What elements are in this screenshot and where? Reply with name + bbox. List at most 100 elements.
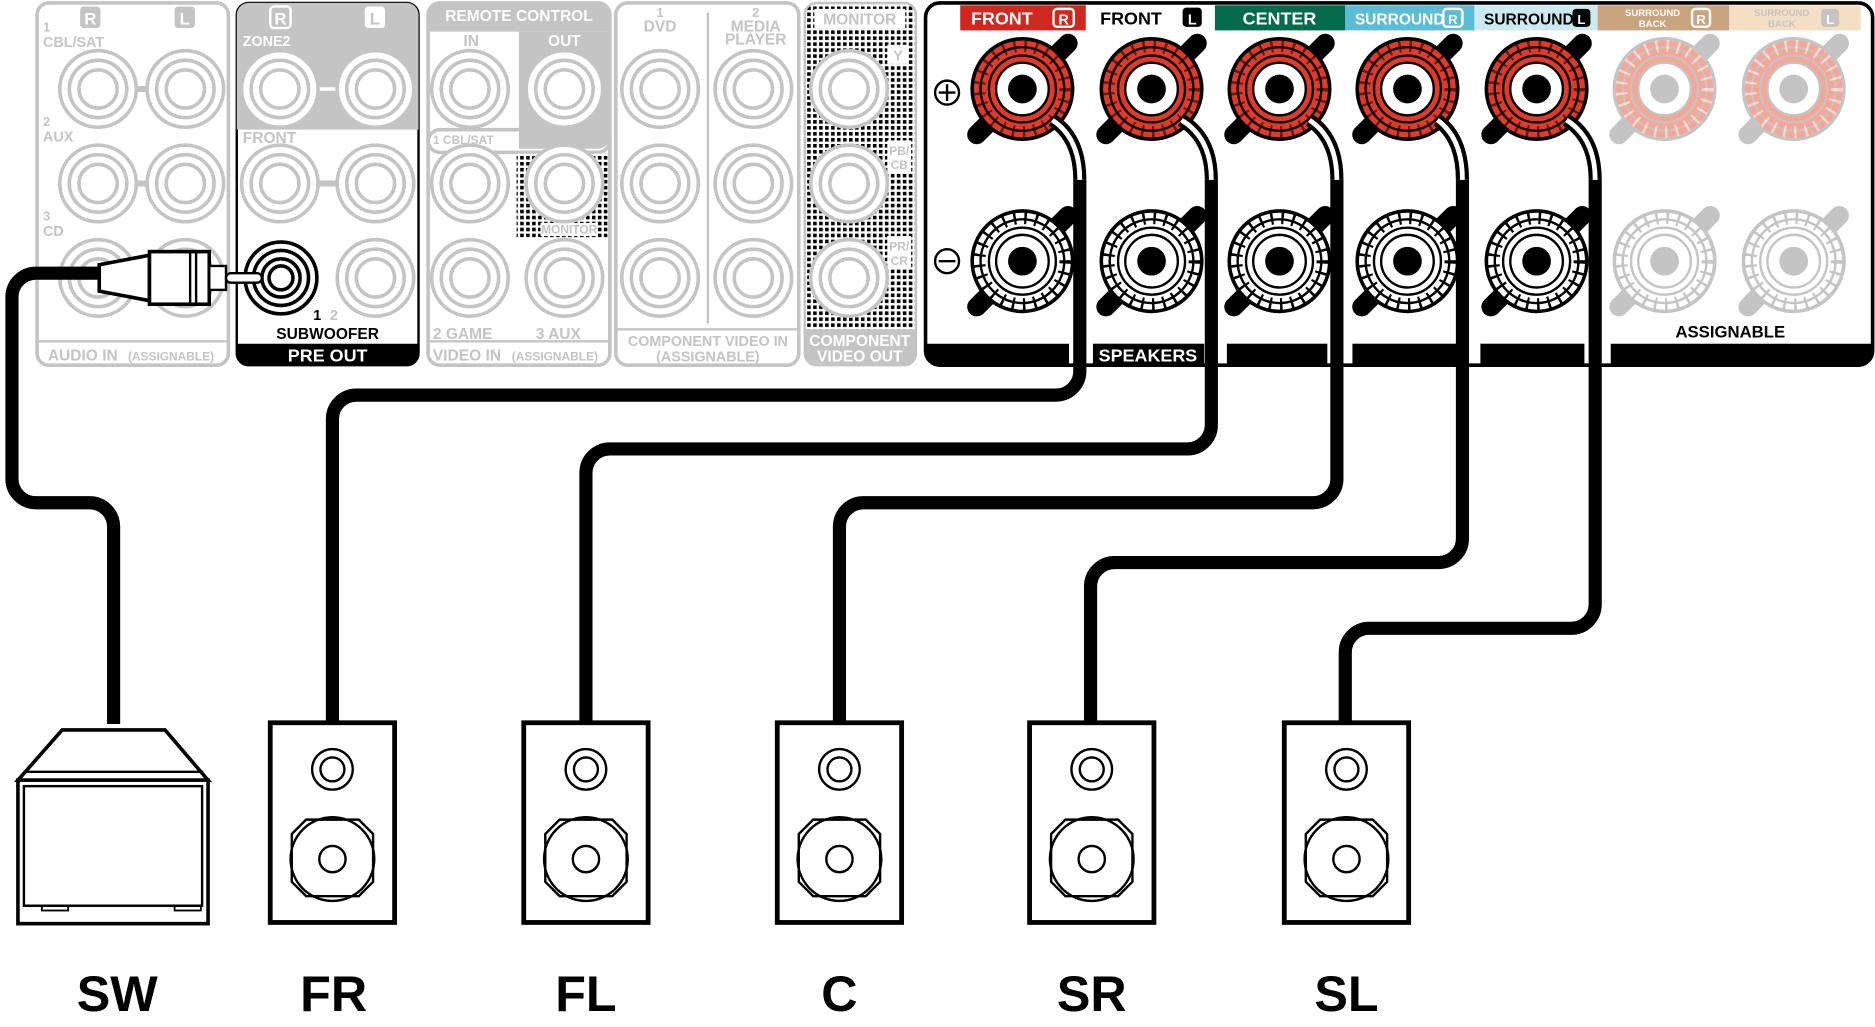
svg-text:L: L xyxy=(370,9,380,28)
rca-jack-front-l[interactable] xyxy=(335,143,416,224)
speaker-label-sw: SW xyxy=(77,966,158,1022)
svg-text:COMPONENT: COMPONENT xyxy=(809,333,910,350)
channel-label-surround-back-l: SURROUND BACK L xyxy=(1729,5,1861,31)
svg-text:COMPONENT VIDEO IN: COMPONENT VIDEO IN xyxy=(628,334,788,350)
svg-text:2: 2 xyxy=(330,308,338,324)
svg-text:L: L xyxy=(1577,12,1585,27)
svg-text:SURROUND: SURROUND xyxy=(1625,8,1680,19)
channel-label-front-l: FRONT L xyxy=(1100,7,1202,28)
component-video-in-panel: 1 DVD 2 MEDIA PLAYER COMPONENT VIDEO IN … xyxy=(614,1,801,368)
svg-text:2 GAME: 2 GAME xyxy=(433,326,493,343)
speaker-c[interactable] xyxy=(774,720,905,925)
svg-text:CB: CB xyxy=(891,158,909,172)
input-label-aux: AUX xyxy=(43,130,74,146)
rca-jack-zone2-r[interactable] xyxy=(239,48,320,130)
component-out-y-jack[interactable] xyxy=(808,48,890,130)
svg-text:DVD: DVD xyxy=(644,19,677,36)
component-in-media-pr[interactable] xyxy=(713,237,794,318)
svg-text:VIDEO IN: VIDEO IN xyxy=(433,347,501,364)
svg-text:R: R xyxy=(1448,12,1458,27)
speaker-fr[interactable] xyxy=(267,720,398,925)
svg-text:R: R xyxy=(84,9,96,28)
rca-jack-cbl-r[interactable] xyxy=(57,48,139,130)
svg-text:FRONT: FRONT xyxy=(1100,8,1162,28)
svg-text:1: 1 xyxy=(43,20,50,35)
channel-l-badge: L xyxy=(364,6,386,28)
component-in-dvd-pb[interactable] xyxy=(620,143,701,224)
svg-text:R: R xyxy=(1058,12,1069,28)
speaker-sr[interactable] xyxy=(1027,720,1157,925)
component-out-pr-jack[interactable] xyxy=(808,237,890,318)
connection-diagram: R L 1 CBL/SAT 2 AUX 3 CD AUDIO IN (ASSIG… xyxy=(5,1,1875,1022)
svg-text:PR/: PR/ xyxy=(889,239,910,253)
channel-label-center: CENTER xyxy=(1214,5,1346,31)
svg-text:SURROUND: SURROUND xyxy=(1355,11,1445,28)
svg-text:L: L xyxy=(1188,12,1197,28)
rca-jack-cbl-l[interactable] xyxy=(145,48,226,130)
pre-out-panel: R L ZONE2 FRONT 1 2 SUBWOOFER PRE OUT xyxy=(235,1,420,367)
video-out-monitor-jack[interactable] xyxy=(524,143,605,224)
rca-jack-aux-l[interactable] xyxy=(145,143,226,224)
channel-r-badge: R xyxy=(80,6,101,28)
rca-jack-subwoofer-2[interactable] xyxy=(335,237,416,318)
remote-out-jack[interactable] xyxy=(524,48,605,130)
subwoofer-speaker[interactable] xyxy=(13,728,212,926)
speaker-label-fl: FL xyxy=(555,966,616,1022)
component-video-out-panel: MONITOR Y PB/ CB PR/ CR COMPONENT VIDEO … xyxy=(803,1,918,367)
svg-text:L: L xyxy=(1826,12,1834,27)
video-in-panel: 1 CBL/SAT VIDEO OUT MONITOR 2 GAME 3 AUX… xyxy=(426,127,612,368)
svg-text:BACK: BACK xyxy=(1768,19,1796,30)
channel-label-surround-back-r: SURROUND BACK R xyxy=(1597,5,1730,31)
svg-text:CR: CR xyxy=(891,254,909,268)
svg-text:IN: IN xyxy=(463,33,479,50)
speaker-label-sl: SL xyxy=(1314,966,1378,1022)
component-in-dvd-pr[interactable] xyxy=(620,237,701,318)
rca-jack-zone2-l[interactable] xyxy=(335,48,416,130)
video-in-cbl-jack[interactable] xyxy=(429,143,511,224)
svg-text:FRONT: FRONT xyxy=(971,8,1033,28)
assignable-label: ASSIGNABLE xyxy=(1675,323,1785,342)
component-in-media-y[interactable] xyxy=(713,48,794,130)
svg-text:2: 2 xyxy=(43,114,50,129)
svg-text:PLAYER: PLAYER xyxy=(725,32,787,49)
front-label: FRONT xyxy=(243,130,297,147)
pre-out-label: PRE OUT xyxy=(288,346,368,366)
svg-text:CENTER: CENTER xyxy=(1243,8,1317,28)
speakers: SW FR FL C SR SL xyxy=(13,720,1412,1022)
svg-text:R: R xyxy=(274,9,286,28)
input-label-cbl-sat: CBL/SAT xyxy=(43,35,104,51)
svg-text:1: 1 xyxy=(313,308,321,324)
speakers-label: SPEAKERS xyxy=(1099,346,1198,366)
svg-text:MONITOR: MONITOR xyxy=(823,11,896,28)
video-in-game-jack[interactable] xyxy=(429,237,511,318)
svg-text:L: L xyxy=(180,9,190,28)
component-in-dvd-y[interactable] xyxy=(620,48,701,130)
svg-text:SURROUND: SURROUND xyxy=(1754,8,1809,19)
speaker-sl[interactable] xyxy=(1281,720,1412,925)
svg-text:BACK: BACK xyxy=(1639,19,1667,30)
audio-in-panel: R L 1 CBL/SAT 2 AUX 3 CD AUDIO IN (ASSIG… xyxy=(35,1,231,368)
speaker-fl[interactable] xyxy=(521,720,651,925)
speaker-label-fr: FR xyxy=(300,966,367,1022)
subwoofer-label: SUBWOOFER xyxy=(276,326,379,343)
svg-text:AUDIO IN: AUDIO IN xyxy=(48,347,118,364)
svg-text:SURROUND: SURROUND xyxy=(1484,11,1574,28)
component-in-media-pb[interactable] xyxy=(713,143,794,224)
svg-text:VIDEO OUT: VIDEO OUT xyxy=(817,349,903,366)
svg-text:(ASSIGNABLE): (ASSIGNABLE) xyxy=(656,350,760,366)
channel-label-surround-r: SURROUND R xyxy=(1345,5,1475,31)
rca-jack-aux-r[interactable] xyxy=(57,143,139,224)
video-in-aux-jack[interactable] xyxy=(524,237,605,318)
channel-l-badge: L xyxy=(174,6,195,28)
zone2-label: ZONE2 xyxy=(243,34,291,50)
input-label-cd: CD xyxy=(43,224,64,240)
component-out-pb-jack[interactable] xyxy=(808,143,890,224)
remote-in-jack[interactable] xyxy=(429,48,511,130)
svg-text:3: 3 xyxy=(43,209,50,224)
svg-text:MONITOR: MONITOR xyxy=(541,223,598,237)
svg-text:PB/: PB/ xyxy=(889,144,910,158)
remote-control-title: REMOTE CONTROL xyxy=(445,8,593,25)
svg-text:(ASSIGNABLE): (ASSIGNABLE) xyxy=(128,349,214,363)
speakers-footer-bars xyxy=(925,343,1873,366)
rca-jack-front-r[interactable] xyxy=(239,143,320,224)
